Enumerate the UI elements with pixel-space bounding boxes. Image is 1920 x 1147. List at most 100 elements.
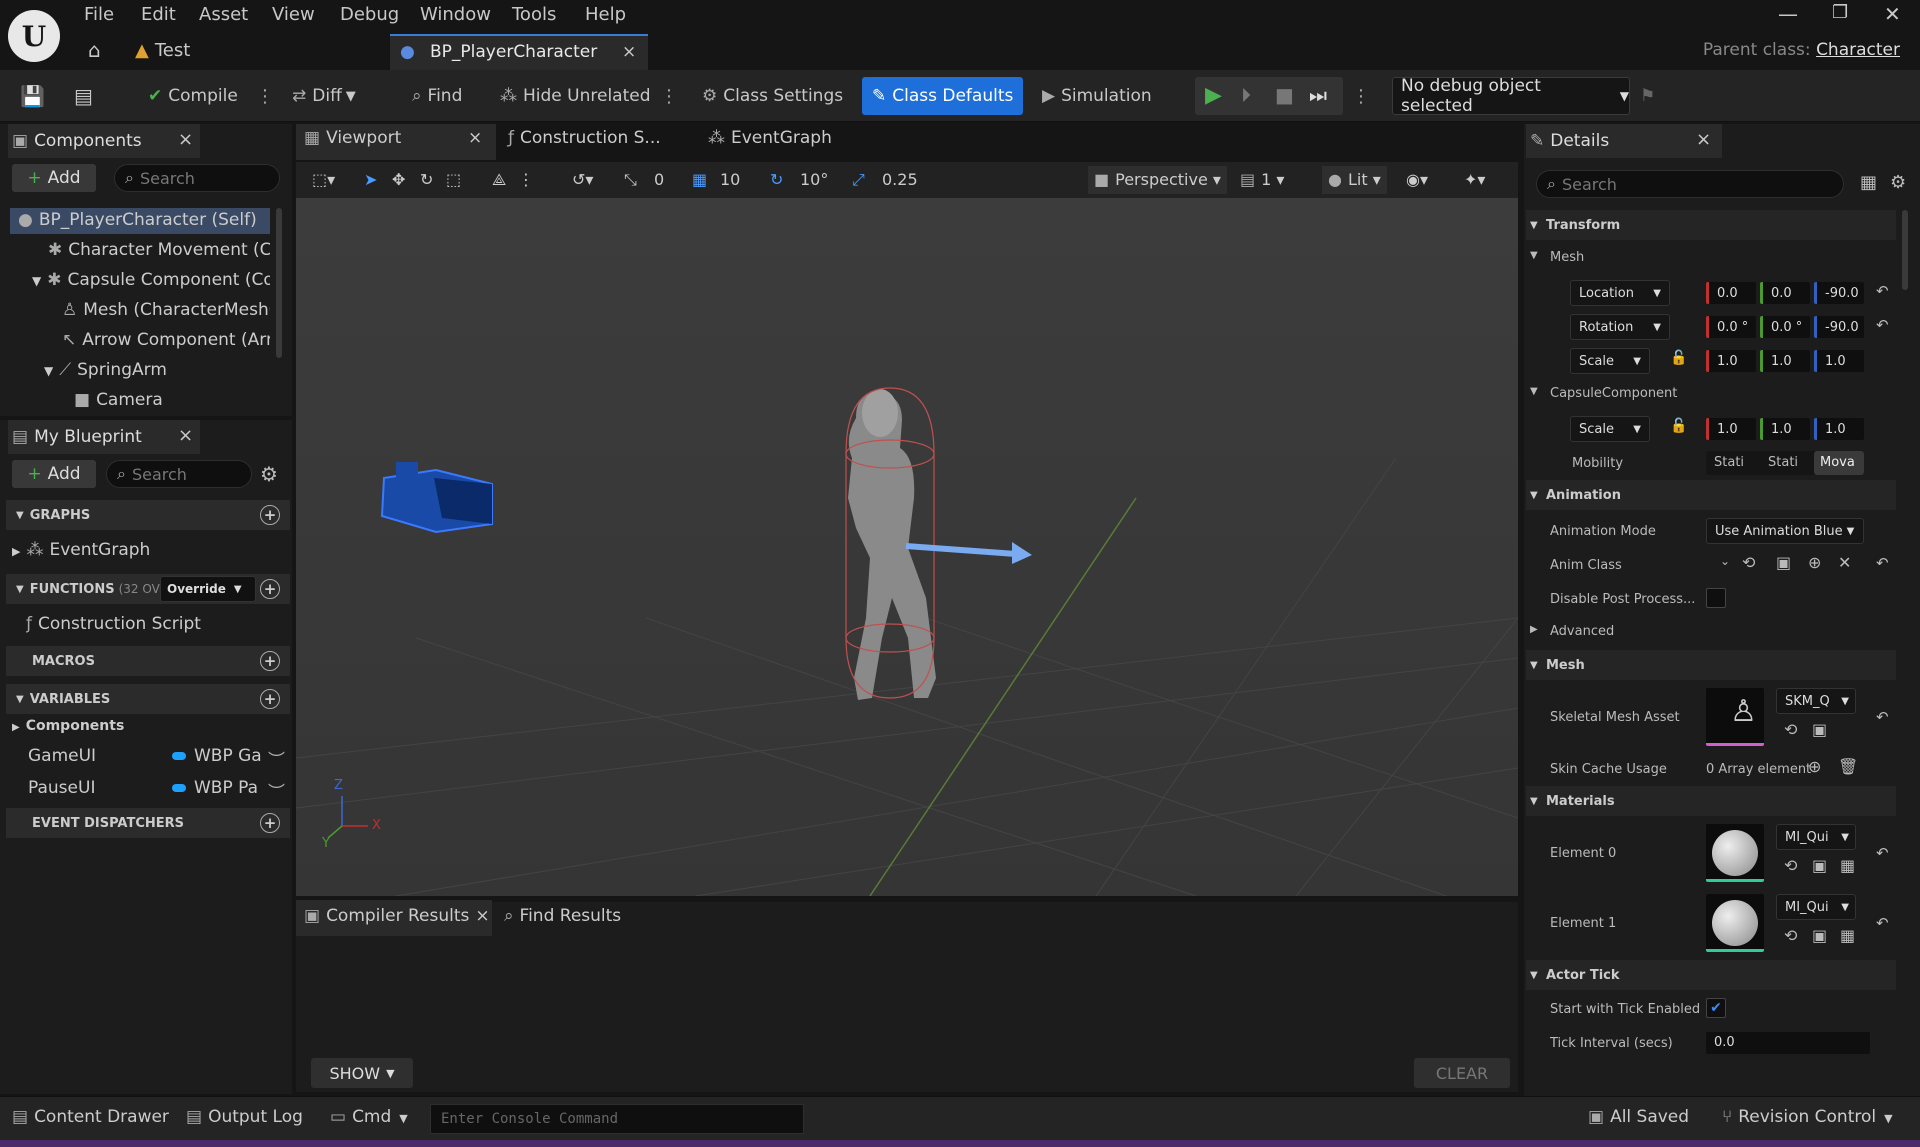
reset-icon[interactable]: ↶ xyxy=(1876,554,1889,572)
components-search-input[interactable]: ⌕ Search xyxy=(114,164,280,192)
add-circle-icon[interactable]: ⊕ xyxy=(1808,553,1821,572)
scale-x-input[interactable]: 1.0 xyxy=(1706,350,1756,372)
add-function-icon[interactable]: + xyxy=(260,579,280,599)
menu-asset[interactable]: Asset xyxy=(199,4,248,25)
viewport[interactable]: Z X Y xyxy=(296,198,1518,896)
show-button[interactable]: SHOW ▼ xyxy=(311,1058,413,1088)
save-icon[interactable]: 💾 xyxy=(20,70,45,122)
add-dispatcher-icon[interactable]: + xyxy=(260,813,280,833)
minimize-icon[interactable]: — xyxy=(1778,2,1798,26)
surface-snap-icon[interactable]: ⟁ xyxy=(492,170,506,190)
capsule-scale-z-input[interactable]: 1.0 xyxy=(1814,418,1864,440)
step-icon[interactable]: ⏵ xyxy=(1241,83,1251,107)
location-x-input[interactable]: 0.0 xyxy=(1706,282,1756,304)
capsule-scale-x-input[interactable]: 1.0 xyxy=(1706,418,1756,440)
browse-folder-icon[interactable]: ▣ xyxy=(1812,926,1827,945)
tick-interval-input[interactable]: 0.0 xyxy=(1706,1032,1870,1054)
override-dropdown[interactable]: Override ▼ xyxy=(160,576,256,602)
tab-test[interactable]: ▲ Test xyxy=(135,40,190,61)
more-options-icon[interactable]: ⋮ xyxy=(518,170,534,189)
close-window-icon[interactable]: ✕ xyxy=(1884,2,1901,26)
class-defaults-button[interactable]: ✎ Class Defaults xyxy=(862,77,1023,115)
graph-item-eventgraph[interactable]: ▶ ⁂ EventGraph xyxy=(12,540,150,560)
find-button[interactable]: ⌕ Find xyxy=(412,70,462,122)
scale-z-input[interactable]: 1.0 xyxy=(1814,350,1864,372)
console-input[interactable]: Enter Console Command xyxy=(430,1104,804,1134)
use-selected-icon[interactable]: ⟲ xyxy=(1784,856,1797,875)
scale-icon[interactable]: ⬚ xyxy=(446,170,461,189)
rotation-x-input[interactable]: 0.0 ° xyxy=(1706,316,1756,338)
coordinate-system-icon[interactable]: ↺▾ xyxy=(572,170,593,189)
tab-find-results[interactable]: ⌕ Find Results xyxy=(504,906,621,926)
variable-gameui-type[interactable]: WBP Ga xyxy=(194,746,262,766)
blueprint-search-input[interactable]: ⌕ Search xyxy=(106,460,252,488)
browse-folder-icon[interactable]: ▣ xyxy=(1812,856,1827,875)
skeletal-mesh-dropdown[interactable]: SKM_Q ▼ xyxy=(1776,688,1856,714)
rotation-z-input[interactable]: -90.0 xyxy=(1814,316,1864,338)
tree-item-self[interactable]: ● BP_PlayerCharacter (Self) xyxy=(18,210,268,230)
variable-pauseui-type[interactable]: WBP Pa xyxy=(194,778,258,798)
scale-snap-value[interactable]: 0.25 xyxy=(882,170,918,189)
grid-snap-icon[interactable]: ▦ xyxy=(692,170,707,189)
close-viewport-tab-icon[interactable]: × xyxy=(468,128,482,148)
rotate-icon[interactable]: ↻ xyxy=(420,170,433,189)
class-settings-button[interactable]: ⚙ Class Settings xyxy=(702,70,843,122)
add-graph-icon[interactable]: + xyxy=(260,505,280,525)
clear-button[interactable]: CLEAR xyxy=(1414,1058,1510,1088)
play-options-icon[interactable]: ⋮ xyxy=(1352,70,1370,122)
reset-icon[interactable]: ↶ xyxy=(1876,708,1889,726)
tree-item-camera[interactable]: ■ Camera xyxy=(74,390,270,410)
cmd-dropdown[interactable]: ▭ Cmd ▼ xyxy=(330,1107,408,1127)
browse-folder-icon[interactable]: ▣ xyxy=(1776,553,1791,572)
lit-dropdown[interactable]: ● Lit ▾ xyxy=(1322,166,1387,194)
stop-icon[interactable]: ■ xyxy=(1275,83,1294,107)
gear-icon[interactable]: ⚙ xyxy=(1890,172,1906,193)
rotation-snap-icon[interactable]: ↻ xyxy=(770,170,783,189)
add-circle-icon[interactable]: ⊕ xyxy=(1808,757,1821,776)
location-y-input[interactable]: 0.0 xyxy=(1760,282,1810,304)
viewport-options-icon[interactable]: ✦▾ xyxy=(1464,170,1485,189)
compile-options-icon[interactable]: ⋮ xyxy=(256,70,274,122)
camera-gizmo[interactable] xyxy=(380,462,493,534)
tab-viewport[interactable]: ▦ Viewport xyxy=(304,128,401,148)
close-my-blueprint-icon[interactable]: × xyxy=(178,425,193,446)
use-selected-icon[interactable]: ⟲ xyxy=(1784,926,1797,945)
tab-compiler-results[interactable]: ▣ Compiler Results × xyxy=(304,906,490,926)
debug-object-select[interactable]: No debug object selected ▼ xyxy=(1392,76,1630,116)
rotation-y-input[interactable]: 0.0 ° xyxy=(1760,316,1810,338)
close-components-icon[interactable]: × xyxy=(178,129,193,150)
restore-icon[interactable]: ❐ xyxy=(1832,2,1848,23)
function-item-construction-script[interactable]: ƒ Construction Script xyxy=(26,614,201,634)
actor-tick-section[interactable]: ▼ Actor Tick xyxy=(1526,960,1896,990)
add-variable-icon[interactable]: + xyxy=(260,689,280,709)
scale-snap-icon[interactable]: ⤢ xyxy=(852,170,865,190)
transform-mesh-subsection[interactable]: ▼ Mesh xyxy=(1526,244,1896,272)
transform-section[interactable]: ▼ Transform xyxy=(1526,210,1896,240)
use-selected-icon[interactable]: ⟲ xyxy=(1742,553,1755,572)
perspective-dropdown[interactable]: ■ Perspective ▾ xyxy=(1088,166,1227,194)
location-z-input[interactable]: -90.0 xyxy=(1814,282,1864,304)
show-flags-icon[interactable]: ◉▾ xyxy=(1406,170,1428,189)
disable-post-checkbox[interactable] xyxy=(1706,588,1726,608)
add-blueprint-button[interactable]: + Add xyxy=(12,460,96,488)
all-saved-button[interactable]: ▣ All Saved xyxy=(1588,1107,1689,1127)
simulation-button[interactable]: ▶ Simulation xyxy=(1042,70,1152,122)
compile-button[interactable]: ✔ Compile xyxy=(148,70,238,122)
variables-section[interactable]: ▼ VARIABLES + xyxy=(6,684,290,714)
select-arrow-icon[interactable]: ➤ xyxy=(364,170,377,189)
tab-bp-playercharacter[interactable]: ● BP_PlayerCharacter × xyxy=(390,34,648,70)
reset-icon[interactable]: ↶ xyxy=(1876,914,1889,932)
unreal-logo-icon[interactable]: U xyxy=(8,10,60,62)
launch-icon[interactable]: ⏭ xyxy=(1309,83,1327,107)
parent-class-link[interactable]: Character xyxy=(1816,40,1900,60)
debug-filter-icon[interactable]: ⚑ xyxy=(1640,70,1655,122)
menu-view[interactable]: View xyxy=(272,4,315,25)
clear-icon[interactable]: ✕ xyxy=(1838,553,1851,572)
capsule-scale-dropdown[interactable]: Scale ▼ xyxy=(1570,416,1650,442)
menu-help[interactable]: Help xyxy=(585,4,626,25)
mobility-movable-option[interactable]: Mova xyxy=(1814,451,1864,475)
details-search-input[interactable]: ⌕ Search xyxy=(1536,170,1844,198)
variable-category-components[interactable]: ▶ Components xyxy=(12,718,124,734)
reset-icon[interactable]: ↶ xyxy=(1876,844,1889,862)
lock-icon[interactable]: 🔓 xyxy=(1670,350,1687,366)
